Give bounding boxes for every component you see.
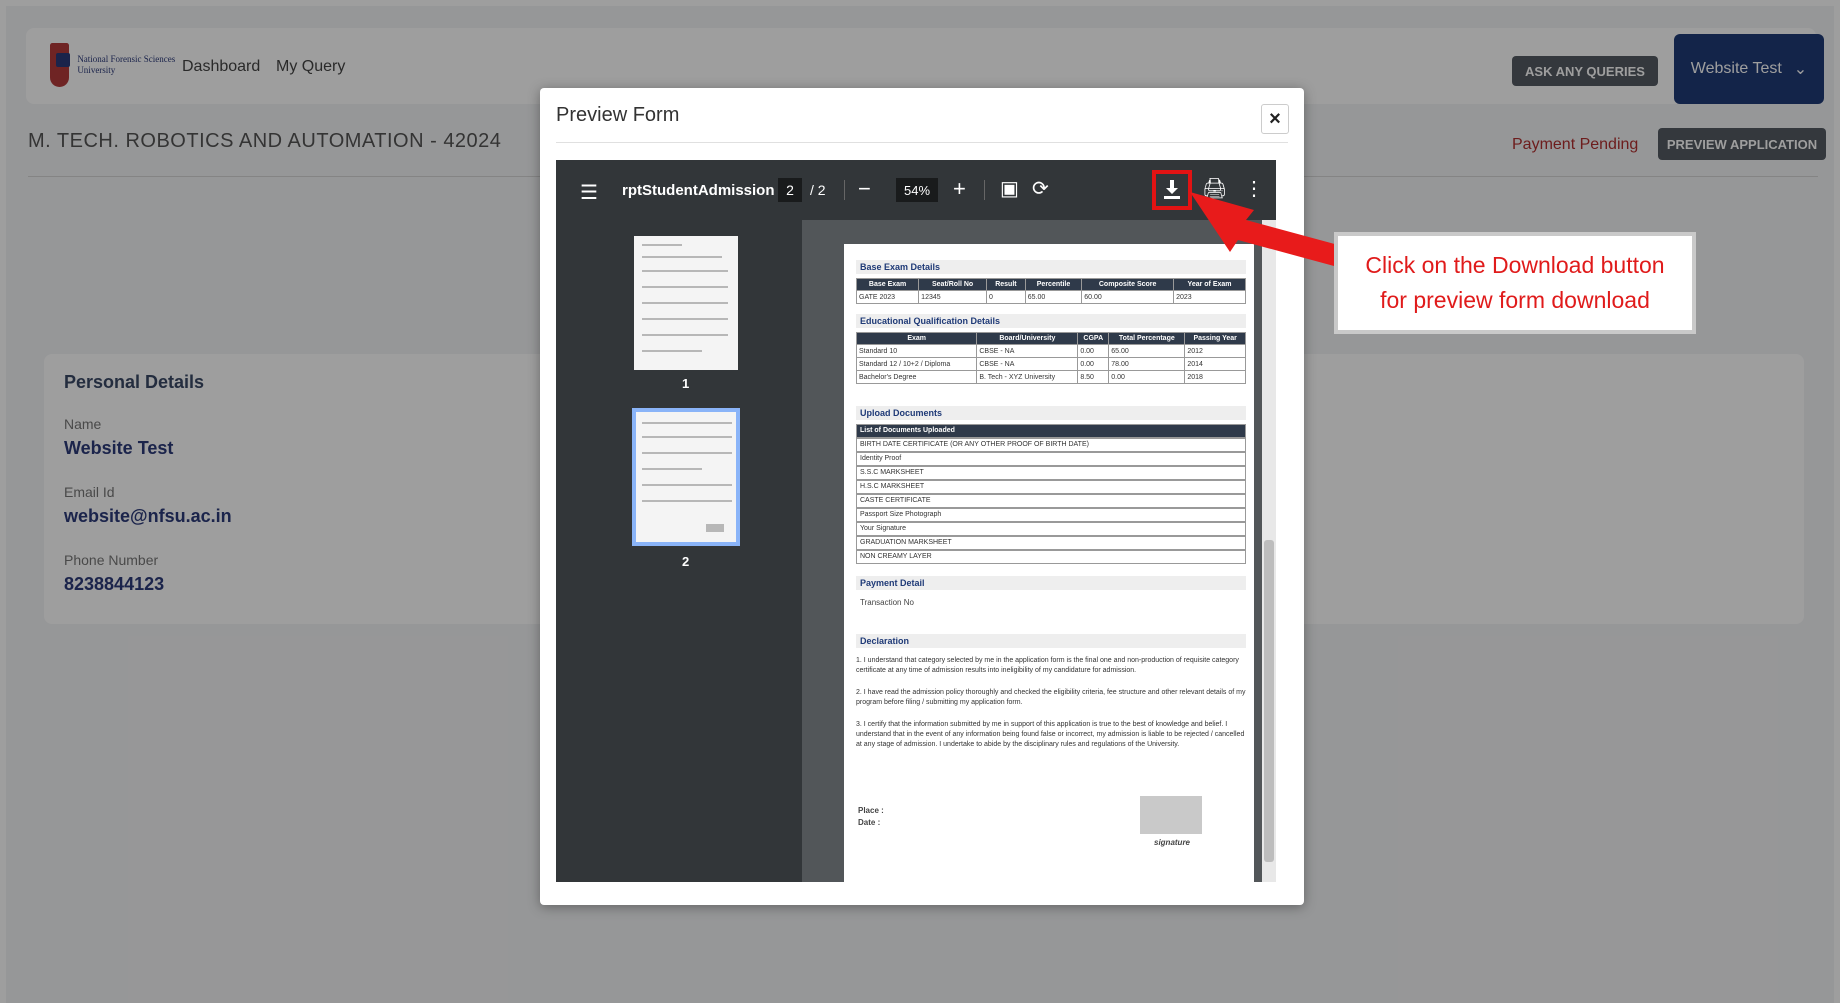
zoom-out-icon[interactable]: −	[858, 176, 871, 202]
table-row: Bachelor's Degree B. Tech - XYZ Universit…	[855, 370, 1246, 384]
menu-icon[interactable]: ☰	[580, 180, 598, 205]
transaction-label: Transaction No	[860, 598, 914, 607]
thumbnail-page-1[interactable]	[634, 236, 738, 370]
table-header: Result	[986, 278, 1026, 291]
date-label: Date :	[858, 818, 881, 827]
instruction-callout: Click on the Download button for preview…	[1334, 232, 1696, 334]
pdf-toolbar: ☰ rptStudentAdmission 2 / 2 − 54% + ▣ ⟳ …	[556, 160, 1276, 220]
zoom-in-icon[interactable]: +	[953, 176, 966, 202]
base-exam-heading: Base Exam Details	[856, 260, 1246, 274]
toolbar-divider	[844, 180, 845, 200]
page-total: / 2	[810, 182, 826, 198]
page-number-input[interactable]: 2	[778, 178, 802, 202]
table-header: Composite Score	[1081, 278, 1175, 291]
modal-divider	[556, 142, 1288, 143]
thumbnail-page-2[interactable]	[632, 408, 740, 546]
table-header: Base Exam	[855, 278, 920, 291]
list-item: S.S.C MARKSHEET	[856, 466, 1246, 480]
callout-line-2: for preview form download	[1380, 287, 1650, 313]
list-item: Identity Proof	[856, 452, 1246, 466]
callout-line-1: Click on the Download button	[1365, 252, 1665, 278]
close-button[interactable]: ×	[1261, 104, 1289, 134]
table-row: GATE 2023 12345 0 65.00 60.00 2023	[855, 290, 1246, 304]
documents-list-header: List of Documents Uploaded	[856, 424, 1246, 438]
list-item: GRADUATION MARKSHEET	[856, 536, 1246, 550]
table-row: Standard 12 / 10+2 / Diploma CBSE - NA 0.0…	[855, 357, 1246, 371]
declaration-item: 1. I understand that category selected b…	[856, 657, 1239, 674]
signature-label: signature	[1154, 838, 1191, 847]
upload-heading: Upload Documents	[856, 406, 1246, 420]
list-item: CASTE CERTIFICATE	[856, 494, 1246, 508]
pdf-viewer: ☰ rptStudentAdmission 2 / 2 − 54% + ▣ ⟳ …	[556, 160, 1276, 882]
zoom-input[interactable]: 54%	[896, 178, 938, 202]
payment-heading: Payment Detail	[856, 576, 1246, 590]
list-item: H.S.C MARKSHEET	[856, 480, 1246, 494]
declaration-item: 2. I have read the admission policy thor…	[856, 689, 1246, 706]
rotate-icon[interactable]: ⟳	[1032, 176, 1049, 201]
list-item: Passport Size Photograph	[856, 508, 1246, 522]
table-row: Standard 10 CBSE - NA 0.00 65.00 2012	[855, 344, 1246, 358]
signature-image	[1140, 796, 1202, 834]
thumbnail-number: 1	[682, 376, 690, 391]
list-item: Your Signature	[856, 522, 1246, 536]
thumbnail-number: 2	[682, 554, 690, 569]
thumbnail-sidebar: 1 2	[556, 220, 802, 882]
table-header: Percentile	[1024, 278, 1083, 291]
pointer-arrow	[1190, 192, 1342, 266]
list-item: BIRTH DATE CERTIFICATE (OR ANY OTHER PRO…	[856, 438, 1246, 452]
download-icon	[1164, 180, 1180, 199]
base-exam-table: Base Exam Seat/Roll No Result Percentile…	[855, 278, 1246, 304]
edu-heading: Educational Qualification Details	[856, 314, 1246, 328]
table-header: Year of Exam	[1173, 278, 1246, 291]
edu-table: Exam Board/University CGPA Total Percent…	[855, 332, 1246, 384]
list-item: NON CREAMY LAYER	[856, 550, 1246, 564]
declaration-heading: Declaration	[856, 634, 1246, 648]
declaration-item: 3. I certify that the information submit…	[856, 721, 1245, 748]
modal-title: Preview Form	[556, 104, 680, 126]
place-label: Place :	[858, 806, 884, 815]
pdf-file-title: rptStudentAdmission	[622, 182, 775, 199]
download-button[interactable]	[1152, 170, 1192, 210]
fit-page-icon[interactable]: ▣	[1000, 176, 1019, 201]
scrollbar-thumb[interactable]	[1264, 540, 1274, 862]
toolbar-divider	[984, 180, 985, 200]
table-header: Seat/Roll No	[918, 278, 988, 291]
pdf-page: Base Exam Details Base Exam Seat/Roll No…	[844, 244, 1254, 882]
